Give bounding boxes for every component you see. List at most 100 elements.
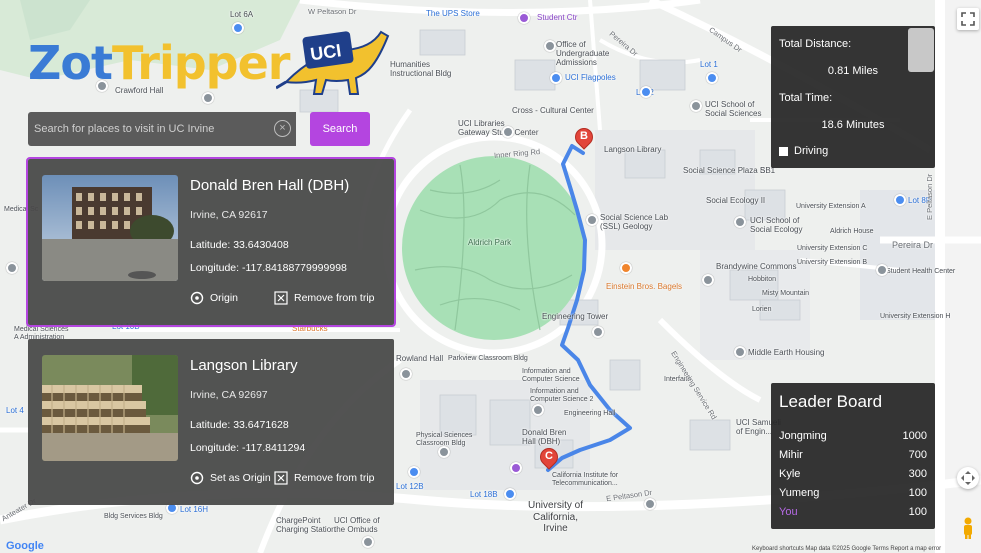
building-icon[interactable] (362, 536, 374, 548)
close-box-icon (274, 291, 288, 305)
building-icon[interactable] (702, 274, 714, 286)
map-label-extension-b: University Extension B (797, 259, 868, 266)
building-icon[interactable] (734, 216, 746, 228)
parking-icon[interactable] (894, 194, 906, 206)
time-value: 18.6 Minutes (821, 119, 885, 131)
driving-checkbox[interactable] (779, 146, 788, 156)
map-label-ombuds: UCI Office of the Ombuds (334, 516, 380, 535)
building-icon[interactable] (734, 346, 746, 358)
map-label-lot1: Lot 1 (700, 60, 718, 69)
map-label-w-peltason: W Peltason Dr (308, 7, 357, 16)
map-label-ssl: Social Science Lab (SSL) Geology (600, 213, 669, 232)
map-label-lot18b: Lot 18B (470, 490, 498, 499)
fullscreen-button[interactable] (957, 8, 979, 30)
close-circle-icon[interactable]: × (274, 120, 291, 137)
map-camera-control[interactable] (957, 467, 979, 489)
place-name: Langson Library (190, 357, 298, 374)
building-icon[interactable] (644, 498, 656, 510)
map-label-admissions: Office of Undergraduate Admissions (556, 40, 610, 68)
institute-icon[interactable] (510, 462, 522, 474)
library-icon[interactable] (502, 126, 514, 138)
map-label-dbh: Donald Bren Hall (DBH) (522, 428, 567, 447)
map-label-cross-cultural: Cross - Cultural Center (512, 106, 594, 115)
map-label-einstein: Einstein Bros. Bagels (606, 282, 683, 291)
map-label-student-health: Student Health Center (886, 268, 956, 275)
food-icon[interactable] (620, 262, 632, 274)
map-label-engineering-hall: Engineering Hall (564, 410, 616, 417)
player-name: Mihir (779, 449, 803, 461)
route-marker-c[interactable]: C (536, 444, 562, 474)
player-score: 300 (908, 468, 927, 480)
parking-icon[interactable] (408, 466, 420, 478)
map-label-gateway: UCI Libraries Gateway Study Center (458, 119, 539, 138)
route-marker-b[interactable]: B (571, 124, 597, 154)
map-label-lot4: Lot 4 (6, 406, 24, 415)
pegman-icon[interactable] (959, 516, 977, 540)
health-icon[interactable] (876, 264, 888, 276)
map-attribution[interactable]: Keyboard shortcuts Map data ©2025 Google… (752, 546, 941, 552)
map-label-ics: Information and Computer Science (522, 368, 580, 384)
place-card[interactable]: Donald Bren Hall (DBH) Irvine, CA 92617 … (26, 157, 396, 327)
map-label-chargepoint: ChargePoint Charging Station (276, 516, 336, 535)
player-name: You (779, 506, 798, 518)
player-name: Yumeng (779, 487, 820, 499)
leader-board-row: Kyle 300 (779, 468, 927, 480)
leader-board-row: Jongming 1000 (779, 430, 927, 442)
building-icon[interactable] (400, 368, 412, 380)
building-icon[interactable] (544, 40, 556, 52)
set-as-origin-label: Set as Origin (210, 472, 271, 484)
player-name: Kyle (779, 468, 801, 480)
map-label-hobbiton: Hobbiton (748, 276, 777, 283)
leader-board-row: Yumeng 100 (779, 487, 927, 499)
target-icon (190, 291, 204, 305)
panel-scrollbar-thumb[interactable] (908, 28, 934, 72)
building-icon[interactable] (586, 214, 598, 226)
place-photo (42, 175, 178, 281)
map-label-student-center: Student Ctr (537, 13, 578, 22)
map-label-e-peltason-vertical: E Peltason Dr (925, 173, 934, 220)
map-label-ups-store: The UPS Store (426, 9, 480, 18)
search-button[interactable]: Search (310, 112, 370, 146)
app-logo: ZotTripper UCI (28, 22, 398, 102)
building-icon[interactable] (690, 100, 702, 112)
building-icon[interactable] (592, 326, 604, 338)
place-card[interactable]: Langson Library Irvine, CA 92697 Latitud… (28, 339, 394, 505)
parking-icon[interactable] (504, 488, 516, 500)
remove-label: Remove from trip (294, 472, 375, 484)
leader-board-title: Leader Board (779, 392, 883, 411)
place-name: Donald Bren Hall (DBH) (190, 177, 350, 194)
map-label-calit2: California Institute for Telecommunicati… (552, 472, 619, 488)
map-label-aldrich-park: Aldrich Park (468, 238, 512, 247)
map-label-social-ecology-2: Social Ecology II (706, 196, 766, 205)
place-latitude: Latitude: 33.6430408 (190, 239, 289, 251)
remove-from-trip-button[interactable]: Remove from trip (274, 471, 375, 485)
origin-label: Origin (210, 292, 239, 304)
set-as-origin-button[interactable]: Set as Origin (190, 471, 271, 485)
student-center-icon[interactable] (518, 12, 530, 24)
building-icon[interactable] (6, 262, 18, 274)
set-origin-button[interactable]: Origin (190, 291, 238, 305)
map-label-lot12b: Lot 12B (396, 482, 424, 491)
flag-icon[interactable] (550, 72, 562, 84)
logo-tripper: Tripper (111, 36, 291, 90)
place-address: Irvine, CA 92697 (190, 389, 268, 401)
map-label-brandywine: Brandywine Commons (716, 262, 797, 271)
map-label-social-sciences: UCI School of Social Sciences (705, 100, 762, 119)
building-icon[interactable] (438, 446, 450, 458)
map-label-aldrich-house: Aldrich House (830, 228, 874, 235)
driving-label: Driving (794, 145, 829, 157)
parking-icon[interactable] (706, 72, 718, 84)
driving-toggle[interactable]: Driving (779, 145, 828, 157)
target-icon (190, 471, 204, 485)
place-photo (42, 355, 178, 461)
search-input[interactable] (28, 112, 296, 146)
map-label-lot16h: Lot 16H (180, 505, 209, 514)
remove-from-trip-button[interactable]: Remove from trip (274, 291, 375, 305)
map-label-langson: Langson Library (604, 145, 662, 154)
move-arrows-icon (961, 471, 975, 485)
building-icon[interactable] (532, 404, 544, 416)
place-address: Irvine, CA 92617 (190, 209, 268, 221)
logo-badge-text: UCI (309, 40, 342, 64)
parking-icon[interactable] (640, 86, 652, 98)
map-label-ics2: Information and Computer Science 2 (530, 388, 594, 404)
